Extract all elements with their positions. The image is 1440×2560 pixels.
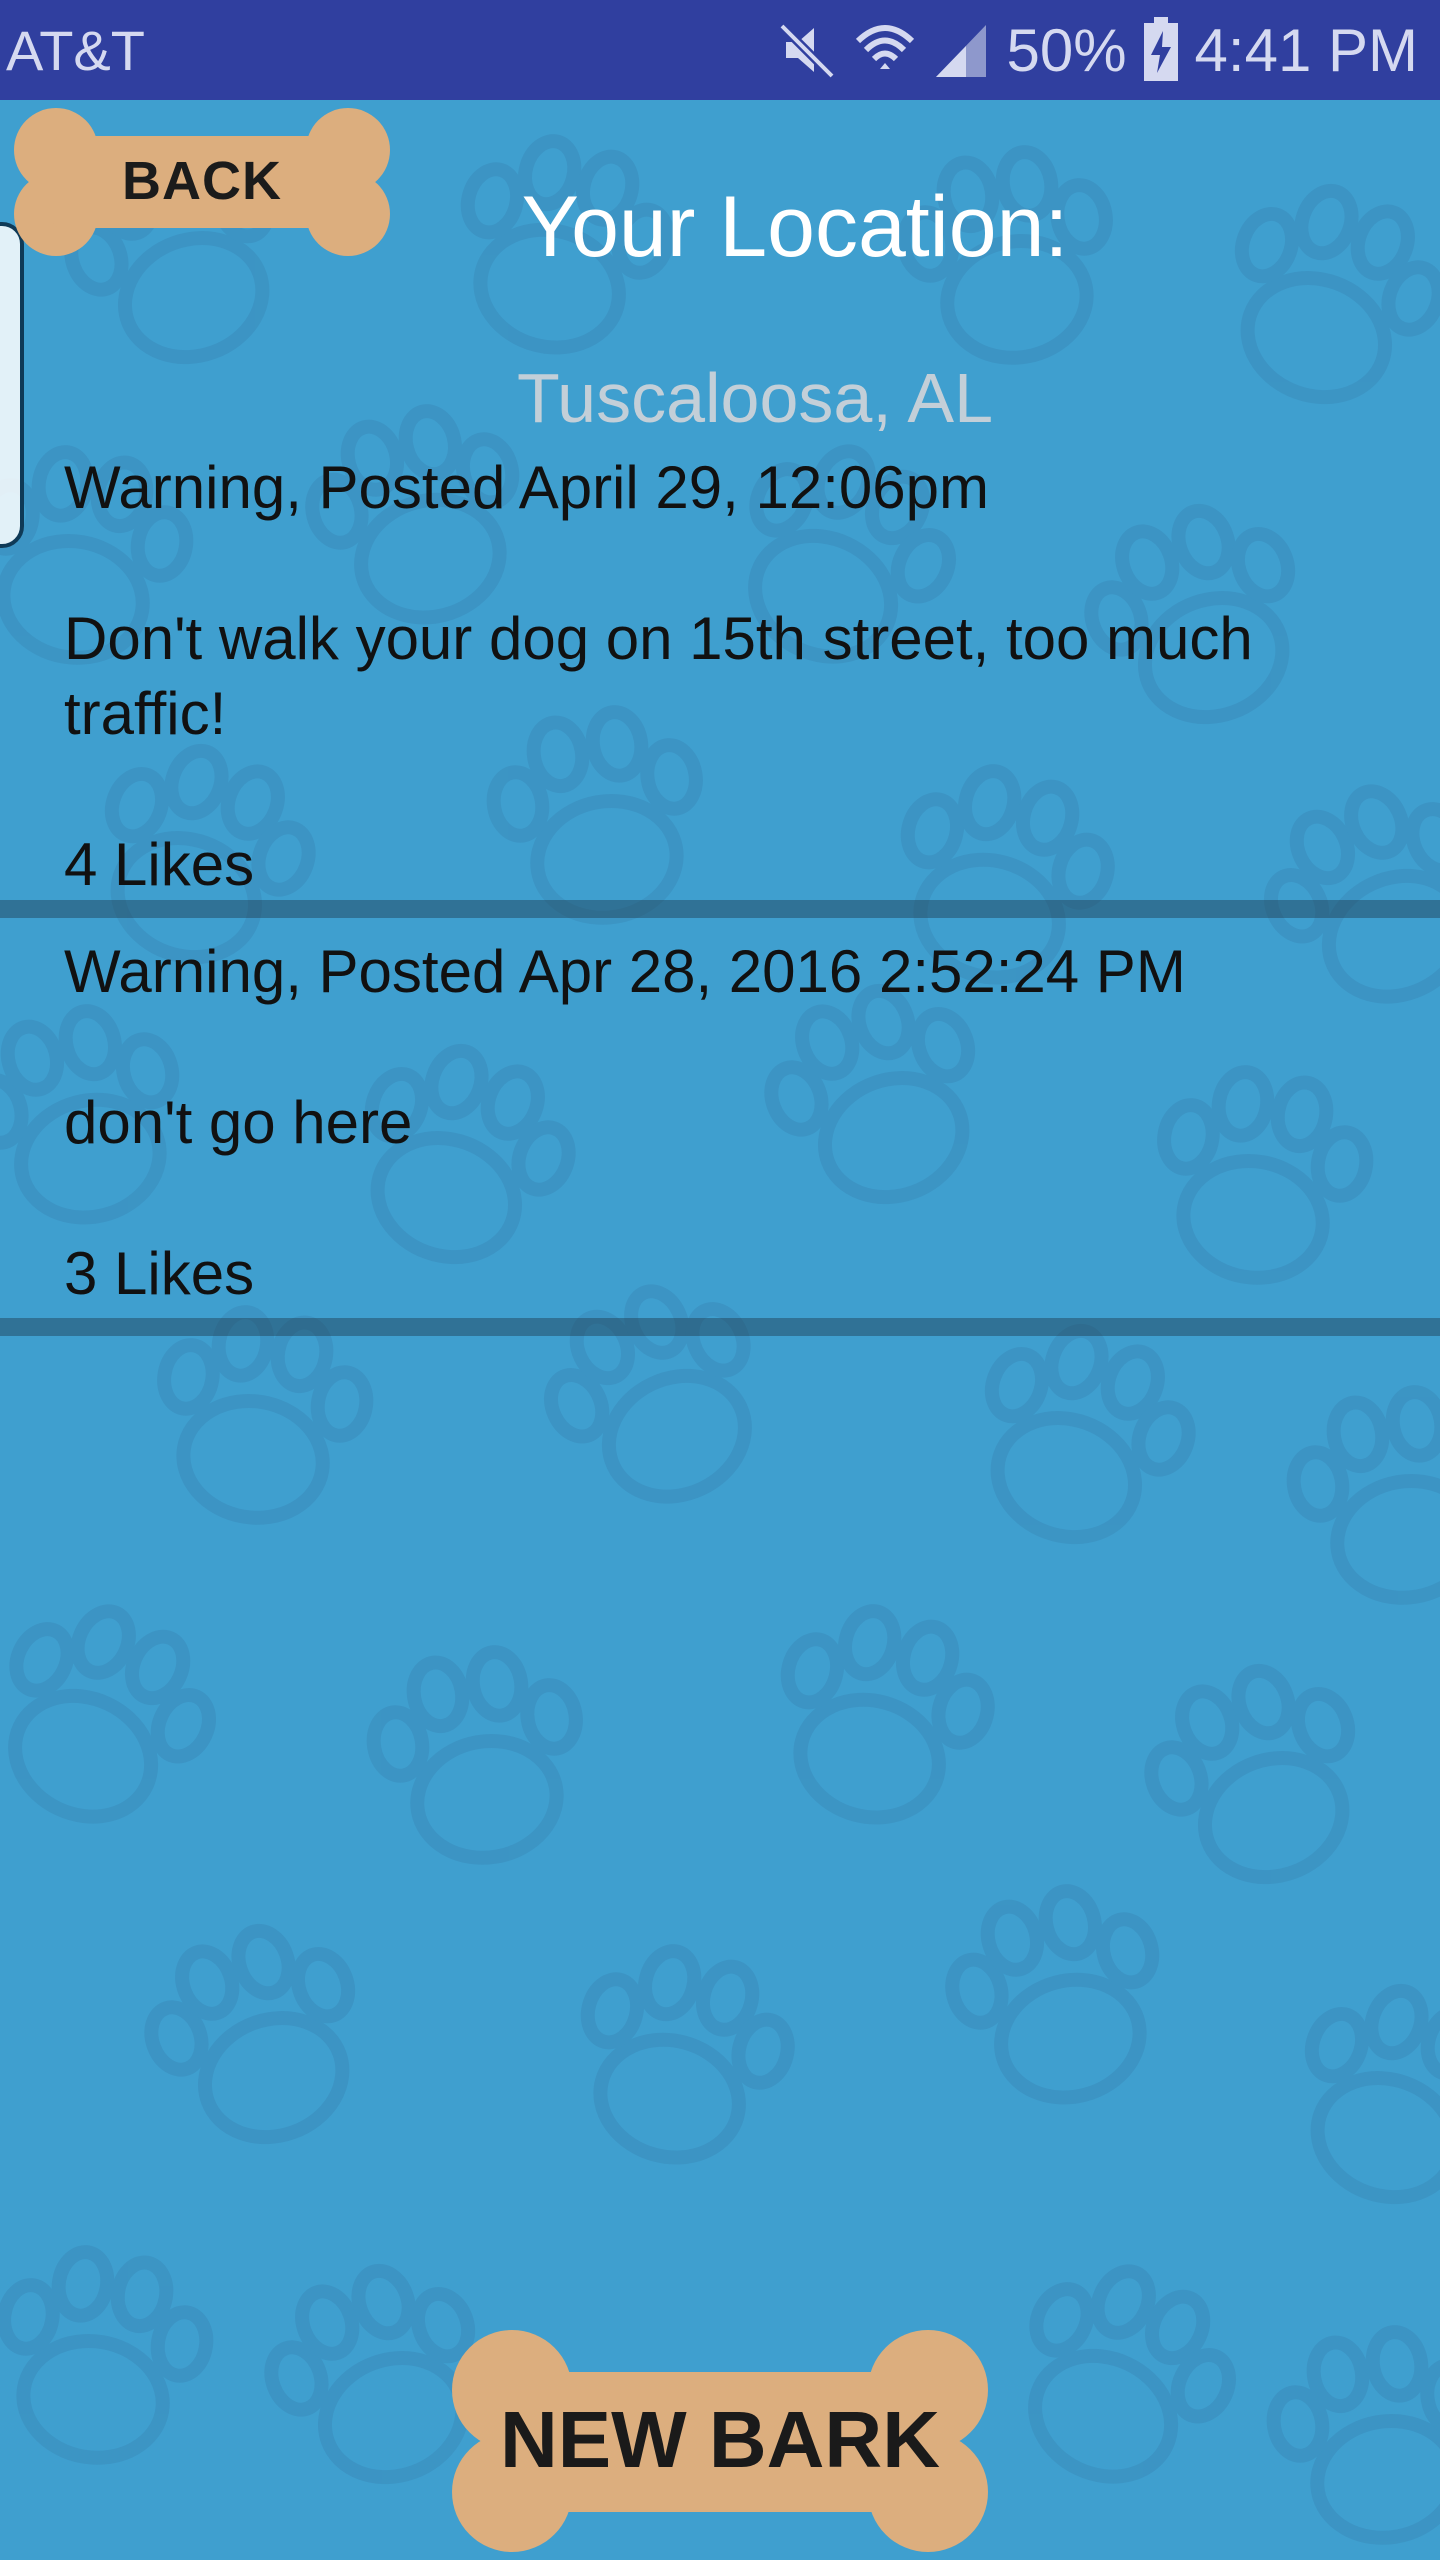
wifi-icon xyxy=(856,25,915,69)
clock: 4:41 PM xyxy=(1194,16,1418,84)
side-drawer-handle[interactable] xyxy=(0,222,24,548)
new-bark-button[interactable]: NEW BARK xyxy=(444,2320,996,2560)
paw-print xyxy=(366,1645,583,1865)
paw-print xyxy=(8,1604,216,1824)
paw-print xyxy=(1266,2325,1440,2545)
post-body-continued: traffic! xyxy=(64,680,227,747)
divider xyxy=(0,900,1440,918)
battery-charging-icon xyxy=(1143,17,1178,81)
paw-print xyxy=(580,1944,795,2165)
paw-print xyxy=(144,1923,356,2145)
status-bar: AT&T 50% 4:41 PM xyxy=(0,0,1440,100)
page-title: Your Location: xyxy=(521,179,1069,275)
carrier-label: AT&T xyxy=(6,19,145,82)
paw-print xyxy=(984,1323,1196,1545)
battery-percent: 50% xyxy=(1006,16,1127,84)
paw-print xyxy=(780,1604,995,1825)
post-body: Don't walk your dog on 15th street, too … xyxy=(64,605,1253,672)
location-label: Tuscaloosa, AL xyxy=(516,359,994,437)
post-body: don't go here xyxy=(64,1089,413,1156)
post-likes[interactable]: 3 Likes xyxy=(64,1236,1380,1311)
post-header: Warning, Posted Apr 28, 2016 2:52:24 PM xyxy=(64,938,1186,1005)
paw-print xyxy=(1144,1663,1356,1885)
post-likes[interactable]: 4 Likes xyxy=(64,827,1380,902)
list-item[interactable]: Warning, Posted Apr 28, 2016 2:52:24 PM … xyxy=(0,918,1440,1318)
back-button[interactable]: BACK xyxy=(6,102,398,260)
paw-print xyxy=(1028,2264,1236,2484)
back-button-label: BACK xyxy=(122,151,282,211)
paw-print xyxy=(945,1884,1160,2105)
paw-print xyxy=(0,2245,214,2465)
paw-print xyxy=(1234,183,1440,405)
new-bark-label: NEW BARK xyxy=(500,2395,940,2484)
paw-print xyxy=(1304,1983,1440,2205)
paw-print xyxy=(1286,1385,1440,1605)
mute-icon xyxy=(779,22,836,80)
divider xyxy=(0,1318,1440,1336)
post-header: Warning, Posted April 29, 12:06pm xyxy=(64,454,989,521)
signal-icon xyxy=(936,25,987,77)
list-item[interactable]: Warning, Posted April 29, 12:06pm Don't … xyxy=(0,450,1440,900)
post-list: Warning, Posted April 29, 12:06pm Don't … xyxy=(0,450,1440,1336)
